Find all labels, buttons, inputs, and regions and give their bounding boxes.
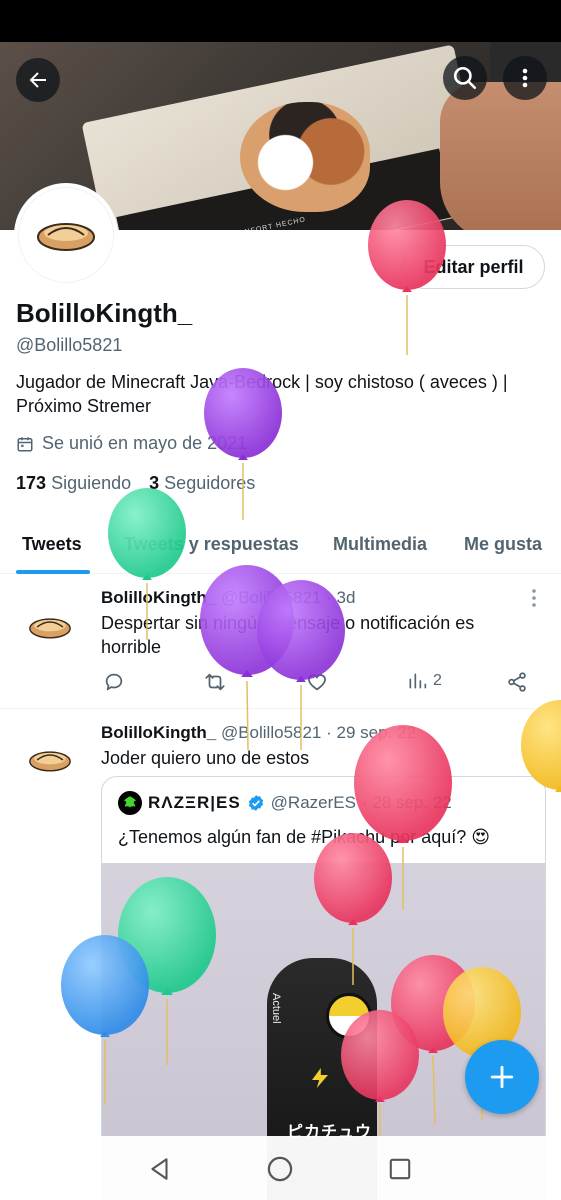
tab-media[interactable]: Multimedia xyxy=(333,534,427,555)
retweet-icon xyxy=(205,673,225,691)
nav-recents-button[interactable] xyxy=(385,1154,415,1184)
follow-stats: 173 Siguiendo 3 Seguidores xyxy=(16,473,255,494)
share-icon xyxy=(508,672,526,692)
circle-home-icon xyxy=(267,1156,293,1182)
more-options-button[interactable] xyxy=(503,56,547,100)
followers-count: 3 xyxy=(149,473,160,493)
quoted-author-handle[interactable]: @RazerES xyxy=(271,793,356,813)
tweet-author-name[interactable]: BolilloKingth_ xyxy=(101,588,216,607)
razer-logo-icon xyxy=(118,791,142,815)
tweet-time[interactable]: · 29 sep. 22 xyxy=(326,723,416,742)
search-icon xyxy=(453,66,477,90)
tweet-text: Joder quiero uno de estos xyxy=(101,748,310,768)
tab-tweets[interactable]: Tweets xyxy=(22,534,82,555)
plus-icon xyxy=(490,1065,514,1089)
retweet-button[interactable] xyxy=(203,671,227,693)
following-count: 173 xyxy=(16,473,47,493)
tab-likes[interactable]: Me gusta xyxy=(464,534,542,555)
profile-joined: Se unió en mayo de 2021 xyxy=(16,433,247,454)
banner-arm xyxy=(440,82,561,230)
tweet[interactable]: BolilloKingth_ @Bolillo5821 · 29 sep. 22… xyxy=(0,710,561,1200)
like-button[interactable] xyxy=(306,671,328,693)
tab-tweets-replies[interactable]: Tweets y respuestas xyxy=(124,534,299,555)
profile-avatar[interactable] xyxy=(14,183,118,287)
status-bar xyxy=(0,0,561,42)
profile-tabs: Tweets Tweets y respuestas Multimedia Me… xyxy=(0,518,561,574)
followers-label: Seguidores xyxy=(164,473,256,493)
views-count: 2 xyxy=(433,672,442,689)
tweet-avatar[interactable] xyxy=(22,732,78,788)
tweet-actions: 2 xyxy=(101,671,531,695)
bolillo-bread-icon xyxy=(29,618,71,639)
quoted-tweet-text: ¿Tenemos algún fan de #Pikachu por aquí?… xyxy=(118,827,490,847)
following-link[interactable]: 173 Siguiendo xyxy=(16,473,131,493)
arrow-left-icon xyxy=(29,72,46,88)
banner-guinea-pig xyxy=(240,102,370,212)
reply-button[interactable] xyxy=(103,671,125,693)
tweet-avatar[interactable] xyxy=(22,599,78,655)
share-button[interactable] xyxy=(506,671,528,693)
tweet[interactable]: BolilloKingth_ @Bolillo5821 · 3d Despert… xyxy=(0,575,561,709)
verified-badge-icon xyxy=(248,795,263,811)
tweet-text: Despertar sin ningún mensaje o notificac… xyxy=(101,613,475,657)
bolillo-bread-icon xyxy=(37,223,95,251)
android-navigation-bar xyxy=(0,1136,561,1200)
profile-display-name: BolilloKingth_ xyxy=(16,298,193,328)
profile-bio: Jugador de Minecraft Java-Bedrock | soy … xyxy=(16,372,508,416)
quoted-tweet-header: RΛZΞR|ES @RazerES · 28 sep. 22 xyxy=(118,791,452,815)
razer-snake-icon xyxy=(124,796,136,808)
following-label: Siguiendo xyxy=(51,473,132,493)
pokeball-emblem xyxy=(326,993,372,1039)
analytics-icon xyxy=(409,673,427,689)
quoted-tweet-time[interactable]: · 28 sep. 22 xyxy=(362,793,452,813)
mouse-side-text: Actuel xyxy=(270,993,282,1024)
tweet-author-name[interactable]: BolilloKingth_ xyxy=(101,723,216,742)
heart-icon xyxy=(308,674,326,691)
compose-tweet-button[interactable] xyxy=(465,1040,539,1114)
tweet-more-button[interactable] xyxy=(526,587,542,609)
avatar-image xyxy=(18,187,114,283)
search-button[interactable] xyxy=(443,56,487,100)
tweet-author-handle[interactable]: @Bolillo5821 xyxy=(221,723,321,742)
tweet-header: BolilloKingth_ @Bolillo5821 · 29 sep. 22 xyxy=(101,723,416,743)
tweet-author-handle[interactable]: @Bolillo5821 xyxy=(221,588,321,607)
bolillo-bread-icon xyxy=(29,751,71,772)
active-tab-indicator xyxy=(16,570,90,574)
calendar-icon xyxy=(17,436,33,451)
more-vertical-icon xyxy=(522,68,528,88)
tweet-time[interactable]: · 3d xyxy=(326,588,355,607)
triangle-back-icon xyxy=(151,1158,168,1180)
more-vertical-icon xyxy=(532,589,536,607)
profile-handle: @Bolillo5821 xyxy=(16,335,123,355)
followers-link[interactable]: 3 Seguidores xyxy=(149,473,255,493)
back-button[interactable] xyxy=(16,58,60,102)
joined-text: Se unió en mayo de 2021 xyxy=(42,433,248,453)
tweet-header: BolilloKingth_ @Bolillo5821 · 3d xyxy=(101,588,355,608)
nav-back-button[interactable] xyxy=(145,1154,175,1184)
quoted-author-name[interactable]: RΛZΞR|ES xyxy=(148,793,241,813)
views-button[interactable]: 2 xyxy=(407,671,442,691)
edit-profile-button[interactable]: Editar perfil xyxy=(402,245,545,289)
nav-home-button[interactable] xyxy=(265,1154,295,1184)
reply-icon xyxy=(105,673,123,691)
square-recents-icon xyxy=(389,1158,411,1180)
